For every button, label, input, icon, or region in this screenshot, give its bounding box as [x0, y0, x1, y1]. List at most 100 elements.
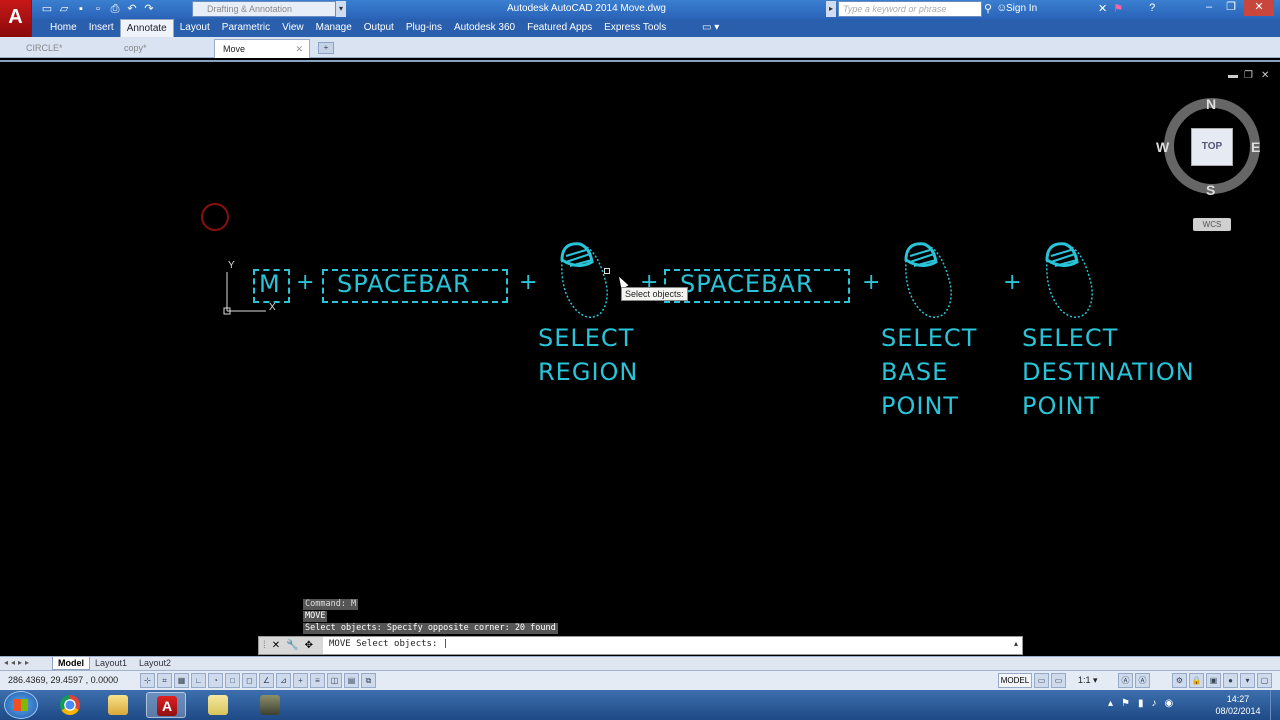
system-clock[interactable]: 14:27 08/02/2014 [1208, 693, 1268, 717]
tab-parametric[interactable]: Parametric [216, 19, 276, 37]
tab-model[interactable]: Model [52, 657, 90, 670]
dynamic-input-icon[interactable]: + [293, 673, 308, 688]
ortho-mode-icon[interactable]: ∟ [191, 673, 206, 688]
quick-view-drawings-icon[interactable]: ▭ [1051, 673, 1066, 688]
search-input[interactable]: Type a keyword or phrase [838, 1, 982, 17]
tab-layout1[interactable]: Layout1 [90, 657, 132, 670]
redo-icon[interactable]: ↷ [142, 2, 156, 16]
clean-screen-icon[interactable]: ▢ [1257, 673, 1272, 688]
infer-constraints-icon[interactable]: ⊹ [140, 673, 155, 688]
close-viewport-icon[interactable]: ✕ [1261, 70, 1269, 81]
folder-taskbar-button[interactable] [198, 692, 238, 718]
selection-cycling-icon[interactable]: ⧉ [361, 673, 376, 688]
tab-plug-ins[interactable]: Plug-ins [400, 19, 448, 37]
compass-north[interactable]: N [1206, 96, 1216, 112]
compass-south[interactable]: S [1206, 182, 1215, 198]
doc-tab-circle[interactable]: CIRCLE* [18, 39, 116, 58]
chrome-icon [60, 695, 80, 715]
object-snap-icon[interactable]: □ [225, 673, 240, 688]
tab-layout2[interactable]: Layout2 [134, 657, 176, 670]
quick-properties-icon[interactable]: ▤ [344, 673, 359, 688]
new-icon[interactable]: ▭ [40, 2, 54, 16]
new-tab-button[interactable]: + [318, 42, 334, 54]
chrome-taskbar-button[interactable] [50, 692, 90, 718]
grip-icon[interactable]: ⁞ [263, 640, 266, 651]
command-input[interactable]: MOVE Select objects: | [329, 639, 448, 649]
status-menu-icon[interactable]: ▾ [1240, 673, 1255, 688]
tab-express-tools[interactable]: Express Tools [598, 19, 672, 37]
start-button[interactable] [4, 691, 38, 719]
osnap-tracking-icon[interactable]: ∠ [259, 673, 274, 688]
polar-tracking-icon[interactable]: ◔ [208, 673, 223, 688]
hardware-acceleration-icon[interactable]: ▣ [1206, 673, 1221, 688]
undo-icon[interactable]: ↶ [125, 2, 139, 16]
flag-icon[interactable]: ⚑ [1121, 698, 1130, 709]
volume-icon[interactable]: ♪ [1152, 698, 1157, 709]
drawing-canvas[interactable]: ▬ ❐ ✕ Y X M + SPACEBAR + SELECT REGION + [0, 60, 1280, 656]
wcs-menu[interactable]: WCS [1193, 218, 1231, 231]
app-tray-icon[interactable]: ◉ [1165, 698, 1174, 709]
application-menu-button[interactable]: A [0, 0, 32, 37]
command-line[interactable]: ⁞ ✕ 🔧 ✥ MOVE Select objects: | ▴ [258, 636, 1023, 655]
viewcube-top-face[interactable]: TOP [1191, 128, 1233, 166]
exchange-icon[interactable]: ✕ [1098, 2, 1107, 15]
tab-home[interactable]: Home [44, 19, 83, 37]
binoculars-icon[interactable]: ⚲ [984, 2, 992, 15]
lock-icon[interactable]: 🔒 [1189, 673, 1204, 688]
layout-nav-arrows[interactable]: ◂◂▸▸ [4, 658, 32, 667]
close-icon[interactable]: ✕ [1244, 0, 1274, 16]
tab-featured-apps[interactable]: Featured Apps [521, 19, 598, 37]
tab-view[interactable]: View [276, 19, 310, 37]
open-icon[interactable]: ▱ [57, 2, 71, 16]
model-space-toggle[interactable]: MODEL [998, 673, 1032, 688]
chevron-right-icon[interactable]: ▸ [826, 1, 836, 17]
customize-icon[interactable]: 🔧 [286, 640, 298, 651]
snap-mode-icon[interactable]: ⌗ [157, 673, 172, 688]
explorer-taskbar-button[interactable] [98, 692, 138, 718]
save-as-icon[interactable]: ▫ [91, 2, 105, 16]
plot-icon[interactable]: ⎙ [108, 2, 122, 16]
isolate-objects-icon[interactable]: ● [1223, 673, 1238, 688]
workspace-switching-icon[interactable]: ⚙ [1172, 673, 1187, 688]
tab-output[interactable]: Output [358, 19, 400, 37]
quick-view-layouts-icon[interactable]: ▭ [1034, 673, 1049, 688]
show-desktop-button[interactable] [1270, 690, 1280, 720]
tab-insert[interactable]: Insert [83, 19, 120, 37]
doc-tab-copy[interactable]: copy* [116, 39, 214, 58]
annotation-scale[interactable]: 1:1 ▾ [1078, 675, 1098, 686]
app-taskbar-button[interactable] [250, 692, 290, 718]
lineweight-icon[interactable]: ≡ [310, 673, 325, 688]
show-hidden-icons-icon[interactable]: ▴ [1108, 698, 1113, 709]
grid-display-icon[interactable]: ▦ [174, 673, 189, 688]
sign-in-link[interactable]: Sign In [1006, 3, 1037, 14]
compass-west[interactable]: W [1156, 139, 1169, 155]
dynamic-ucs-icon[interactable]: ⊿ [276, 673, 291, 688]
chevron-up-icon[interactable]: ▴ [1014, 639, 1018, 648]
ribbon-toggle-icon[interactable]: ▭ ▾ [702, 22, 719, 33]
restore-icon[interactable]: ❐ [1220, 0, 1242, 16]
3d-osnap-icon[interactable]: ◻ [242, 673, 257, 688]
help-icon[interactable]: ? [1149, 2, 1155, 15]
coordinate-readout[interactable]: 286.4369, 29.4597 , 0.0000 [8, 675, 118, 685]
minimize-viewport-icon[interactable]: ▬ [1228, 70, 1238, 81]
save-icon[interactable]: ▪ [74, 2, 88, 16]
minimize-icon[interactable]: – [1198, 0, 1220, 16]
chevron-down-icon[interactable]: ▾ [336, 1, 346, 17]
tab-manage[interactable]: Manage [310, 19, 358, 37]
autocad-taskbar-button[interactable]: A [146, 692, 186, 718]
tab-layout[interactable]: Layout [174, 19, 216, 37]
workspace-dropdown[interactable]: Drafting & Annotation [192, 1, 336, 17]
tab-autodesk-360[interactable]: Autodesk 360 [448, 19, 521, 37]
viewcube[interactable]: TOP N S E W [1156, 96, 1260, 198]
network-icon[interactable]: ▮ [1138, 698, 1144, 709]
close-icon[interactable]: ✕ [295, 40, 303, 58]
close-icon[interactable]: ✕ [272, 640, 280, 651]
stay-connected-icon[interactable]: ⚑ [1113, 2, 1123, 15]
transparency-icon[interactable]: ◫ [327, 673, 342, 688]
restore-viewport-icon[interactable]: ❐ [1244, 70, 1253, 81]
annotation-visibility-icon[interactable]: Ⓐ [1118, 673, 1133, 688]
doc-tab-move[interactable]: Move ✕ [214, 39, 310, 58]
auto-scale-icon[interactable]: Ⓐ [1135, 673, 1150, 688]
compass-east[interactable]: E [1251, 139, 1260, 155]
tab-annotate[interactable]: Annotate [119, 19, 174, 37]
